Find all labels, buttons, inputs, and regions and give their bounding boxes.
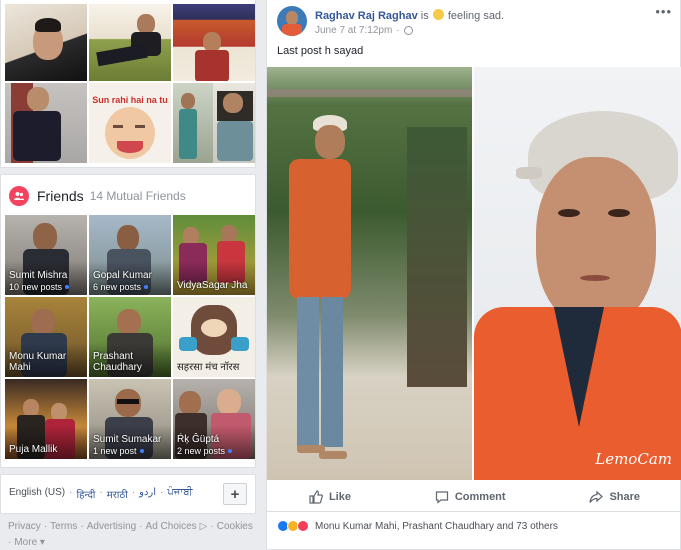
friend-name[interactable]: Prashant Chaudhary <box>93 351 163 373</box>
footer-link-cookies[interactable]: Cookies <box>217 520 253 533</box>
friends-header: Friends 14 Mutual Friends <box>9 185 186 207</box>
friends-icon <box>9 186 29 206</box>
more-options-icon[interactable]: ••• <box>655 4 672 19</box>
friend-name[interactable]: VidyaSagar Jha <box>177 280 247 291</box>
author-avatar[interactable] <box>277 6 307 36</box>
current-language: English (US) <box>9 487 66 498</box>
photo-tile[interactable] <box>173 83 255 163</box>
love-reaction-icon <box>297 520 309 532</box>
feeling-text: feeling sad. <box>447 10 505 22</box>
share-icon <box>589 490 604 503</box>
friend-tile[interactable]: Sumit Sumakar 1 new post <box>89 379 171 459</box>
page: Sun rahi hai na tu Friends 14 Mutual Fri… <box>0 0 681 550</box>
friend-new-posts: 1 new post <box>93 446 144 456</box>
friend-tile[interactable]: VidyaSagar Jha <box>173 215 255 295</box>
share-button[interactable]: Share <box>589 490 640 504</box>
reactions-text[interactable]: Monu Kumar Mahi, Prashant Chaudhary and … <box>315 521 558 532</box>
post-actions: Like Comment Share <box>267 482 681 512</box>
photo-tile[interactable] <box>173 4 255 81</box>
photo-caption: Sun rahi hai na tu <box>92 95 168 105</box>
post-photo[interactable]: LemoCam <box>474 67 681 480</box>
language-option[interactable]: मराठी <box>107 487 128 501</box>
friend-name[interactable]: Monu Kumar Mahi <box>9 351 79 373</box>
friend-new-posts: 10 new posts <box>9 282 70 292</box>
new-post-dot <box>65 285 70 289</box>
photo-tile[interactable] <box>89 4 171 81</box>
comment-button[interactable]: Comment <box>435 490 506 504</box>
new-post-dot <box>139 449 144 453</box>
post-photo[interactable] <box>267 67 472 480</box>
like-button[interactable]: Like <box>309 489 351 504</box>
friend-new-posts: 2 new posts <box>177 446 233 456</box>
like-icon <box>309 489 323 504</box>
lemocam-watermark: LemoCam <box>595 450 672 468</box>
friend-tile[interactable]: Ŕķ Ĝüptá 2 new posts <box>173 379 255 459</box>
language-card: English (US) · हिन्दी · मराठी · اردو · ਪ… <box>0 474 256 514</box>
post-timestamp[interactable]: June 7 at 7:12pm <box>315 25 392 36</box>
footer-link-more[interactable]: More ▾ <box>14 536 45 549</box>
post-header: Raghav Raj Raghav is feeling sad. <box>315 9 505 22</box>
new-post-dot <box>144 285 149 289</box>
post-meta: June 7 at 7:12pm · <box>315 25 413 36</box>
friend-tile[interactable]: Monu Kumar Mahi <box>5 297 87 377</box>
mutual-friends-count[interactable]: 14 Mutual Friends <box>90 189 186 203</box>
friend-tile[interactable]: सहरसा मंच नॉरस <box>173 297 255 377</box>
friend-tile[interactable]: Sumit Mishra 10 new posts <box>5 215 87 295</box>
friend-name[interactable]: Puja Mallik <box>9 444 57 455</box>
new-post-dot <box>228 449 233 453</box>
friend-name[interactable]: Ŕķ Ĝüptá <box>177 434 219 445</box>
friends-card: Friends 14 Mutual Friends Sumit Mishra 1… <box>0 174 256 468</box>
globe-icon[interactable] <box>403 26 413 35</box>
language-list: English (US) · हिन्दी · मराठी · اردو · ਪ… <box>9 487 193 501</box>
photos-grid: Sun rahi hai na tu <box>5 4 255 163</box>
friend-name[interactable]: Sumit Sumakar <box>93 434 161 445</box>
friend-name[interactable]: सहरसा मंच नॉरस <box>177 362 239 373</box>
friend-new-posts: 6 new posts <box>93 282 149 292</box>
language-option[interactable]: ਪੰਜਾਬੀ <box>167 487 192 501</box>
post-card: Raghav Raj Raghav is feeling sad. June 7… <box>266 0 681 550</box>
footer-link-ad-choices[interactable]: Ad Choices <box>146 520 197 533</box>
language-option[interactable]: اردو <box>139 487 156 501</box>
footer-link-privacy[interactable]: Privacy <box>8 520 41 533</box>
photos-card: Sun rahi hai na tu <box>0 0 256 168</box>
footer-link-terms[interactable]: Terms <box>50 520 77 533</box>
footer: Privacy · Terms · Advertising · Ad Choic… <box>8 520 253 549</box>
reactions-summary[interactable]: Monu Kumar Mahi, Prashant Chaudhary and … <box>277 520 558 532</box>
photo-tile[interactable] <box>5 83 87 163</box>
sad-emoji-icon <box>432 9 444 20</box>
author-name[interactable]: Raghav Raj Raghav <box>315 10 418 22</box>
language-option[interactable]: हिन्दी <box>76 487 95 501</box>
friend-tile[interactable]: Puja Mallik <box>5 379 87 459</box>
comment-icon <box>435 490 448 504</box>
post-caption: Last post h sayad <box>277 45 364 57</box>
friends-title[interactable]: Friends <box>37 188 84 204</box>
friend-name[interactable]: Gopal Kumar <box>93 270 152 281</box>
friend-name[interactable]: Sumit Mishra <box>9 270 67 281</box>
friend-tile[interactable]: Gopal Kumar 6 new posts <box>89 215 171 295</box>
photo-tile[interactable]: Sun rahi hai na tu <box>89 83 171 163</box>
photo-tile[interactable] <box>5 4 87 81</box>
friend-tile[interactable]: Prashant Chaudhary <box>89 297 171 377</box>
friends-grid: Sumit Mishra 10 new posts Gopal Kumar 6 … <box>5 215 255 459</box>
ad-choices-icon: ▷ <box>199 521 208 532</box>
footer-link-advertising[interactable]: Advertising <box>87 520 136 533</box>
add-language-button[interactable]: + <box>223 483 247 505</box>
